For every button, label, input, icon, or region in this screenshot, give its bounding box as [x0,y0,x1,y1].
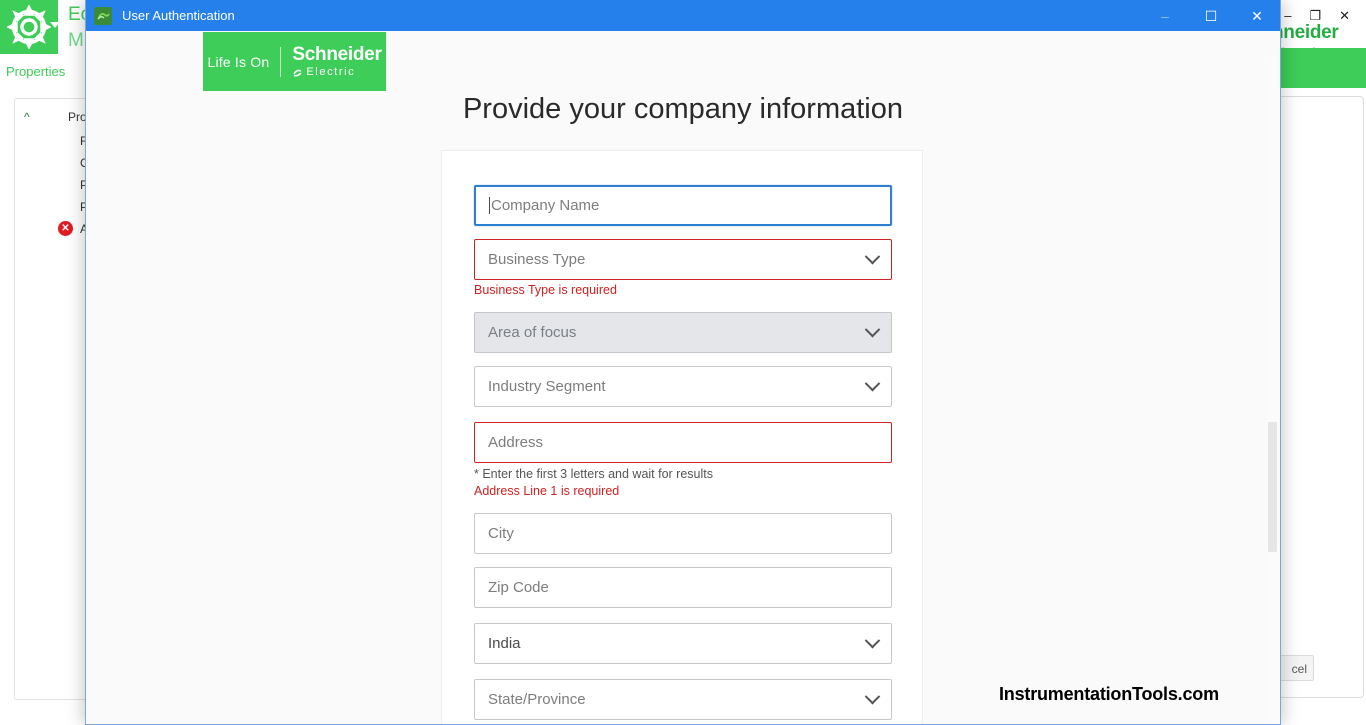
address-hint: * Enter the first 3 letters and wait for… [474,467,713,481]
country-select[interactable]: India [474,623,892,664]
schneider-brand-sub-row: Electric [292,67,381,78]
address-error: Address Line 1 is required [474,484,620,498]
state-province-select[interactable]: State/Province [474,679,892,720]
country-value: India [488,635,521,652]
app-menu-caret-icon[interactable] [50,22,60,28]
schneider-brand-block: Schneider Electric [292,45,381,78]
dialog-maximize-button[interactable]: ☐ [1188,0,1234,31]
field-city: City [474,513,892,554]
chevron-down-icon [864,688,881,705]
watermark: InstrumentationTools.com [999,684,1219,704]
user-authentication-dialog: User Authentication – ☐ ✕ Life Is On Sch… [85,0,1281,725]
background-restore-button[interactable]: ❐ [1309,9,1321,22]
city-input[interactable]: City [474,513,892,554]
life-is-on-tagline: Life Is On [207,53,270,70]
zip-code-input[interactable]: Zip Code [474,567,892,608]
field-state-province: State/Province [474,679,892,720]
address-input[interactable]: Address [474,422,892,463]
schneider-brand-sub: Electric [306,66,356,78]
company-name-placeholder: Company Name [491,197,600,214]
logo-divider [280,46,282,77]
gear-icon [7,5,51,49]
background-content-card [1278,96,1364,698]
business-type-error: Business Type is required [474,283,617,297]
background-minimize-button[interactable]: – [1284,9,1291,22]
field-business-type: Business Type Business Type is required [474,239,892,297]
field-area-of-focus: Area of focus [474,312,892,353]
schneider-mark-icon [293,69,302,77]
field-country: India [474,623,892,664]
text-caret [489,197,490,214]
dialog-titlebar[interactable]: User Authentication – ☐ ✕ [86,0,1280,31]
field-zip-code: Zip Code [474,567,892,608]
zip-code-placeholder: Zip Code [488,579,549,596]
business-type-select[interactable]: Business Type [474,239,892,280]
background-close-button[interactable]: ✕ [1339,9,1350,22]
dialog-scrollbar[interactable] [1267,62,1279,724]
field-company-name: Company Name [474,185,892,226]
company-name-input[interactable]: Company Name [474,185,892,226]
chevron-down-icon [864,321,881,338]
app-icon [94,6,112,25]
industry-segment-placeholder: Industry Segment [488,378,606,395]
area-of-focus-select: Area of focus [474,312,892,353]
schneider-brand-name: Schneider [292,44,382,65]
tree-collapse-icon[interactable]: ^ [24,110,30,124]
dialog-close-button[interactable]: ✕ [1234,0,1280,31]
dialog-scrollbar-thumb[interactable] [1268,422,1277,552]
error-circle-icon: ✕ [58,221,73,236]
chevron-down-icon [864,632,881,649]
background-brand-name: hneider [1272,22,1339,43]
field-industry-segment: Industry Segment [474,366,892,407]
background-app-title-line2: M [68,30,84,51]
area-of-focus-placeholder: Area of focus [488,324,577,341]
background-green-banner [1272,48,1366,88]
dialog-body: Life Is On Schneider Electric Provide yo… [86,31,1280,724]
company-information-form: Company Name Business Type Business Type… [441,150,923,724]
app-icon-glyph [96,12,110,20]
dialog-title: User Authentication [122,8,235,23]
address-placeholder: Address [488,434,544,451]
schneider-electric-logo: Life Is On Schneider Electric [203,32,386,91]
chevron-down-icon [864,248,881,265]
tab-properties[interactable]: Properties [6,64,65,79]
chevron-down-icon [864,375,881,392]
field-address: Address * Enter the first 3 letters and … [474,422,892,498]
state-province-placeholder: State/Province [488,691,586,708]
industry-segment-select[interactable]: Industry Segment [474,366,892,407]
dialog-minimize-button[interactable]: – [1142,0,1188,31]
page-title: Provide your company information [462,93,904,125]
business-type-placeholder: Business Type [488,251,586,268]
dialog-window-controls: – ☐ ✕ [1142,0,1280,31]
city-placeholder: City [488,525,514,542]
